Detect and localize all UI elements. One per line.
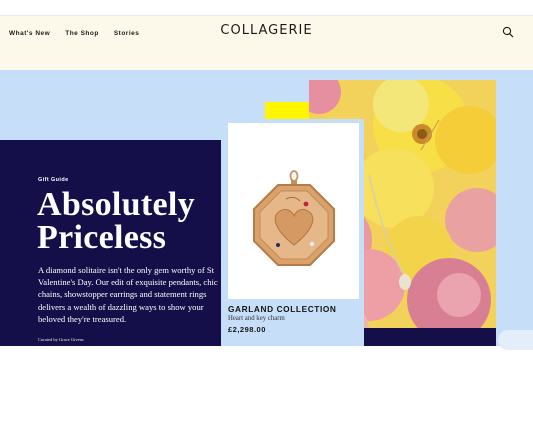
curated-by: Curated by Grace Givens	[38, 337, 84, 342]
pendant-image	[253, 170, 335, 266]
product-card[interactable]: GARLAND COLLECTION Heart and key charm £…	[222, 119, 364, 346]
product-subtitle: Heart and key charm	[228, 315, 285, 322]
hero-text-panel: Gift Guide Absolutely Priceless A diamon…	[0, 140, 221, 346]
product-price: £2,298.00	[228, 325, 266, 334]
hero-banner: Gift Guide Absolutely Priceless A diamon…	[0, 70, 533, 346]
headline-line-2: Priceless	[37, 219, 167, 256]
browser-top-strip	[0, 0, 533, 16]
decorative-navy-block	[364, 328, 496, 346]
hero-body-text: A diamond solitaire isn't the only gem w…	[38, 265, 218, 324]
site-logo[interactable]: COLLAGERIE	[0, 23, 533, 38]
chat-widget[interactable]	[498, 330, 533, 350]
hero-eyebrow: Gift Guide	[38, 177, 69, 183]
headline-line-1: Absolutely	[37, 186, 195, 223]
product-image[interactable]	[228, 123, 359, 299]
hero-headline: Absolutely Priceless	[37, 186, 217, 256]
product-title[interactable]: GARLAND COLLECTION	[228, 304, 337, 314]
site-header: What's New The Shop Stories COLLAGERIE	[0, 16, 533, 70]
search-icon[interactable]	[502, 26, 514, 38]
